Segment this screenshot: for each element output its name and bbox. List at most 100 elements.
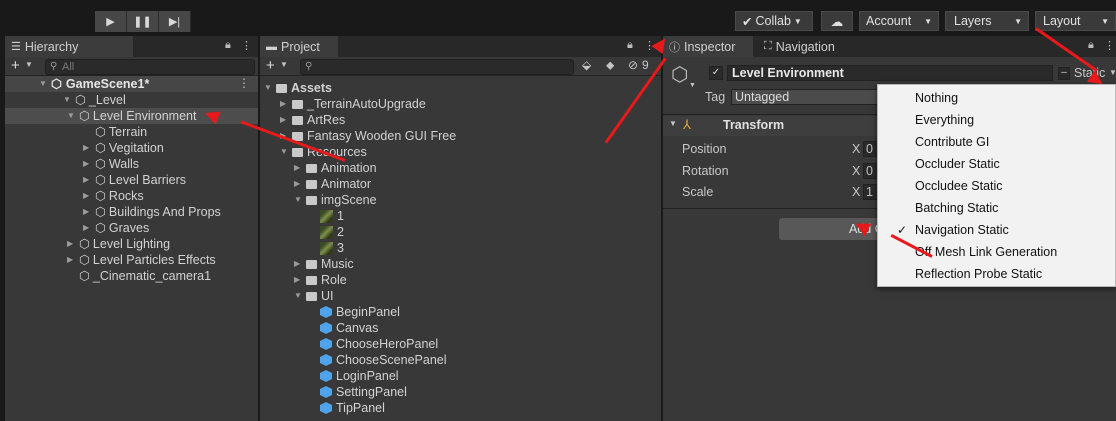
project-folder[interactable]: ▼ UI: [294, 288, 334, 304]
lock-icon[interactable]: 🔒︎: [1088, 39, 1094, 52]
static-option[interactable]: Everything: [915, 111, 974, 129]
project-asset[interactable]: SettingPanel: [308, 384, 407, 400]
project-asset[interactable]: ChooseHeroPanel: [308, 336, 438, 352]
collapse-arrow-icon[interactable]: ▶: [83, 156, 95, 172]
collapse-arrow-icon[interactable]: ▶: [83, 220, 95, 236]
menu-icon[interactable]: ⋮: [241, 39, 252, 52]
project-folder[interactable]: ▼ imgScene: [294, 192, 377, 208]
filter-by-type-icon[interactable]: ⬙: [582, 58, 591, 72]
expand-arrow-icon[interactable]: ▼: [264, 80, 276, 96]
collapse-arrow-icon[interactable]: ▼: [669, 119, 677, 128]
collapse-arrow-icon[interactable]: ▶: [83, 188, 95, 204]
project-search-input[interactable]: ⚲: [300, 59, 574, 75]
project-asset[interactable]: 1: [308, 208, 344, 224]
chevron-down-icon[interactable]: ▼: [280, 60, 288, 69]
tab-navigation[interactable]: ⛶ Navigation: [758, 36, 858, 57]
gameobject-cube-icon[interactable]: ⬡: [671, 62, 688, 87]
active-checkbox[interactable]: ✓: [709, 66, 723, 80]
tab-hierarchy[interactable]: ☰ Hierarchy: [5, 36, 133, 57]
collapse-arrow-icon[interactable]: ▶: [294, 176, 306, 192]
static-option[interactable]: Navigation Static: [915, 221, 1009, 239]
chevron-down-icon[interactable]: ▼: [25, 60, 33, 69]
add-button[interactable]: +: [11, 57, 20, 74]
project-folder[interactable]: ▶ ArtRes: [280, 112, 345, 128]
collapse-arrow-icon[interactable]: ▶: [294, 256, 306, 272]
tab-inspector[interactable]: ⓘ Inspector: [663, 36, 753, 57]
project-folder[interactable]: ▶ _TerrainAutoUpgrade: [280, 96, 426, 112]
collapse-arrow-icon[interactable]: ▶: [83, 204, 95, 220]
collab-button[interactable]: ✔ Collab ▼: [735, 11, 813, 31]
static-option[interactable]: Contribute GI: [915, 133, 989, 151]
expand-arrow-icon[interactable]: ▼: [67, 108, 79, 124]
project-asset[interactable]: TipPanel: [308, 400, 385, 416]
static-checkbox[interactable]: –: [1058, 67, 1070, 80]
layers-dropdown[interactable]: Layers ▼: [945, 11, 1029, 31]
hierarchy-item[interactable]: ▶ ⬡ Level Barriers: [83, 172, 186, 188]
hierarchy-search-input[interactable]: ⚲ All: [45, 59, 255, 75]
collapse-arrow-icon[interactable]: ▶: [67, 252, 79, 268]
hierarchy-item[interactable]: ▶ ⬡ Buildings And Props: [83, 204, 221, 220]
hierarchy-item[interactable]: ▶ ⬡ Vegitation: [83, 140, 164, 156]
menu-icon[interactable]: ⋮: [1104, 39, 1115, 52]
scale-x-label[interactable]: X: [852, 185, 860, 199]
project-asset[interactable]: Canvas: [308, 320, 378, 336]
project-folder[interactable]: ▶ Music: [294, 256, 354, 272]
menu-icon[interactable]: ⋮: [238, 76, 250, 90]
filter-by-label-icon[interactable]: ⬥: [606, 58, 614, 73]
hierarchy-item[interactable]: ⬡ Terrain: [83, 124, 147, 140]
expand-arrow-icon[interactable]: ▼: [294, 192, 306, 208]
object-name-field[interactable]: Level Environment: [727, 65, 1053, 81]
tab-project[interactable]: ▬ Project: [260, 36, 338, 57]
hierarchy-item[interactable]: ⬡ _Cinematic_camera1: [67, 268, 211, 284]
project-folder[interactable]: ▼ Assets: [264, 80, 332, 96]
play-icon[interactable]: ▶: [95, 11, 127, 32]
layout-dropdown[interactable]: Layout ▼: [1035, 11, 1116, 31]
hidden-packages-icon[interactable]: ⊘: [628, 58, 638, 72]
rotation-x-label[interactable]: X: [852, 164, 860, 178]
hierarchy-item[interactable]: ▶ ⬡ Level Particles Effects: [67, 252, 216, 268]
hierarchy-item[interactable]: ▶ ⬡ Level Lighting: [67, 236, 170, 252]
hierarchy-item[interactable]: ▶ ⬡ Walls: [83, 156, 139, 172]
hierarchy-item[interactable]: ▼ ⬡ _Level: [63, 92, 126, 108]
static-option[interactable]: Nothing: [915, 89, 958, 107]
project-asset[interactable]: 2: [308, 224, 344, 240]
expand-arrow-icon[interactable]: ▼: [294, 288, 306, 304]
project-folder[interactable]: ▶ Animation: [294, 160, 377, 176]
static-option[interactable]: Off Mesh Link Generation: [915, 243, 1057, 261]
chevron-down-icon[interactable]: ▼: [689, 82, 696, 89]
add-button[interactable]: +: [266, 57, 275, 74]
chevron-down-icon[interactable]: ▼: [1109, 68, 1116, 77]
collapse-arrow-icon[interactable]: ▶: [67, 236, 79, 252]
collapse-arrow-icon[interactable]: ▶: [294, 160, 306, 176]
collapse-arrow-icon[interactable]: ▶: [83, 172, 95, 188]
cloud-button[interactable]: ☁: [821, 11, 853, 31]
scene-header-row[interactable]: ▼ ⬡ GameScene1* ⋮: [5, 76, 258, 92]
project-folder[interactable]: ▶ Role: [294, 272, 347, 288]
static-option[interactable]: Occluder Static: [915, 155, 1000, 173]
static-option[interactable]: Reflection Probe Static: [915, 265, 1042, 283]
account-dropdown[interactable]: Account ▼: [859, 11, 939, 31]
step-icon[interactable]: ▶|: [159, 11, 191, 32]
tag-dropdown[interactable]: Untagged: [731, 89, 881, 105]
expand-arrow-icon[interactable]: ▼: [280, 144, 292, 160]
pause-icon[interactable]: ❚❚: [127, 11, 159, 32]
collapse-arrow-icon[interactable]: ▶: [83, 140, 95, 156]
project-asset[interactable]: BeginPanel: [308, 304, 400, 320]
collapse-arrow-icon[interactable]: ▶: [280, 96, 292, 112]
static-option[interactable]: Batching Static: [915, 199, 998, 217]
project-asset[interactable]: ChooseScenePanel: [308, 352, 447, 368]
expand-arrow-icon[interactable]: ▼: [63, 92, 75, 108]
project-asset[interactable]: 3: [308, 240, 344, 256]
hierarchy-item[interactable]: ▶ ⬡ Graves: [83, 220, 149, 236]
project-folder[interactable]: ▶ Animator: [294, 176, 371, 192]
expand-arrow-icon[interactable]: ▼: [39, 76, 51, 92]
collapse-arrow-icon[interactable]: ▶: [280, 112, 292, 128]
hierarchy-item[interactable]: ▶ ⬡ Rocks: [83, 188, 144, 204]
hierarchy-item[interactable]: ▼ ⬡ Level Environment: [67, 108, 196, 124]
static-option[interactable]: Occludee Static: [915, 177, 1003, 195]
project-asset[interactable]: LoginPanel: [308, 368, 399, 384]
lock-icon[interactable]: 🔒︎: [225, 39, 231, 52]
collapse-arrow-icon[interactable]: ▶: [294, 272, 306, 288]
add-component-button[interactable]: Add C: [779, 218, 889, 240]
position-x-label[interactable]: X: [852, 142, 860, 156]
